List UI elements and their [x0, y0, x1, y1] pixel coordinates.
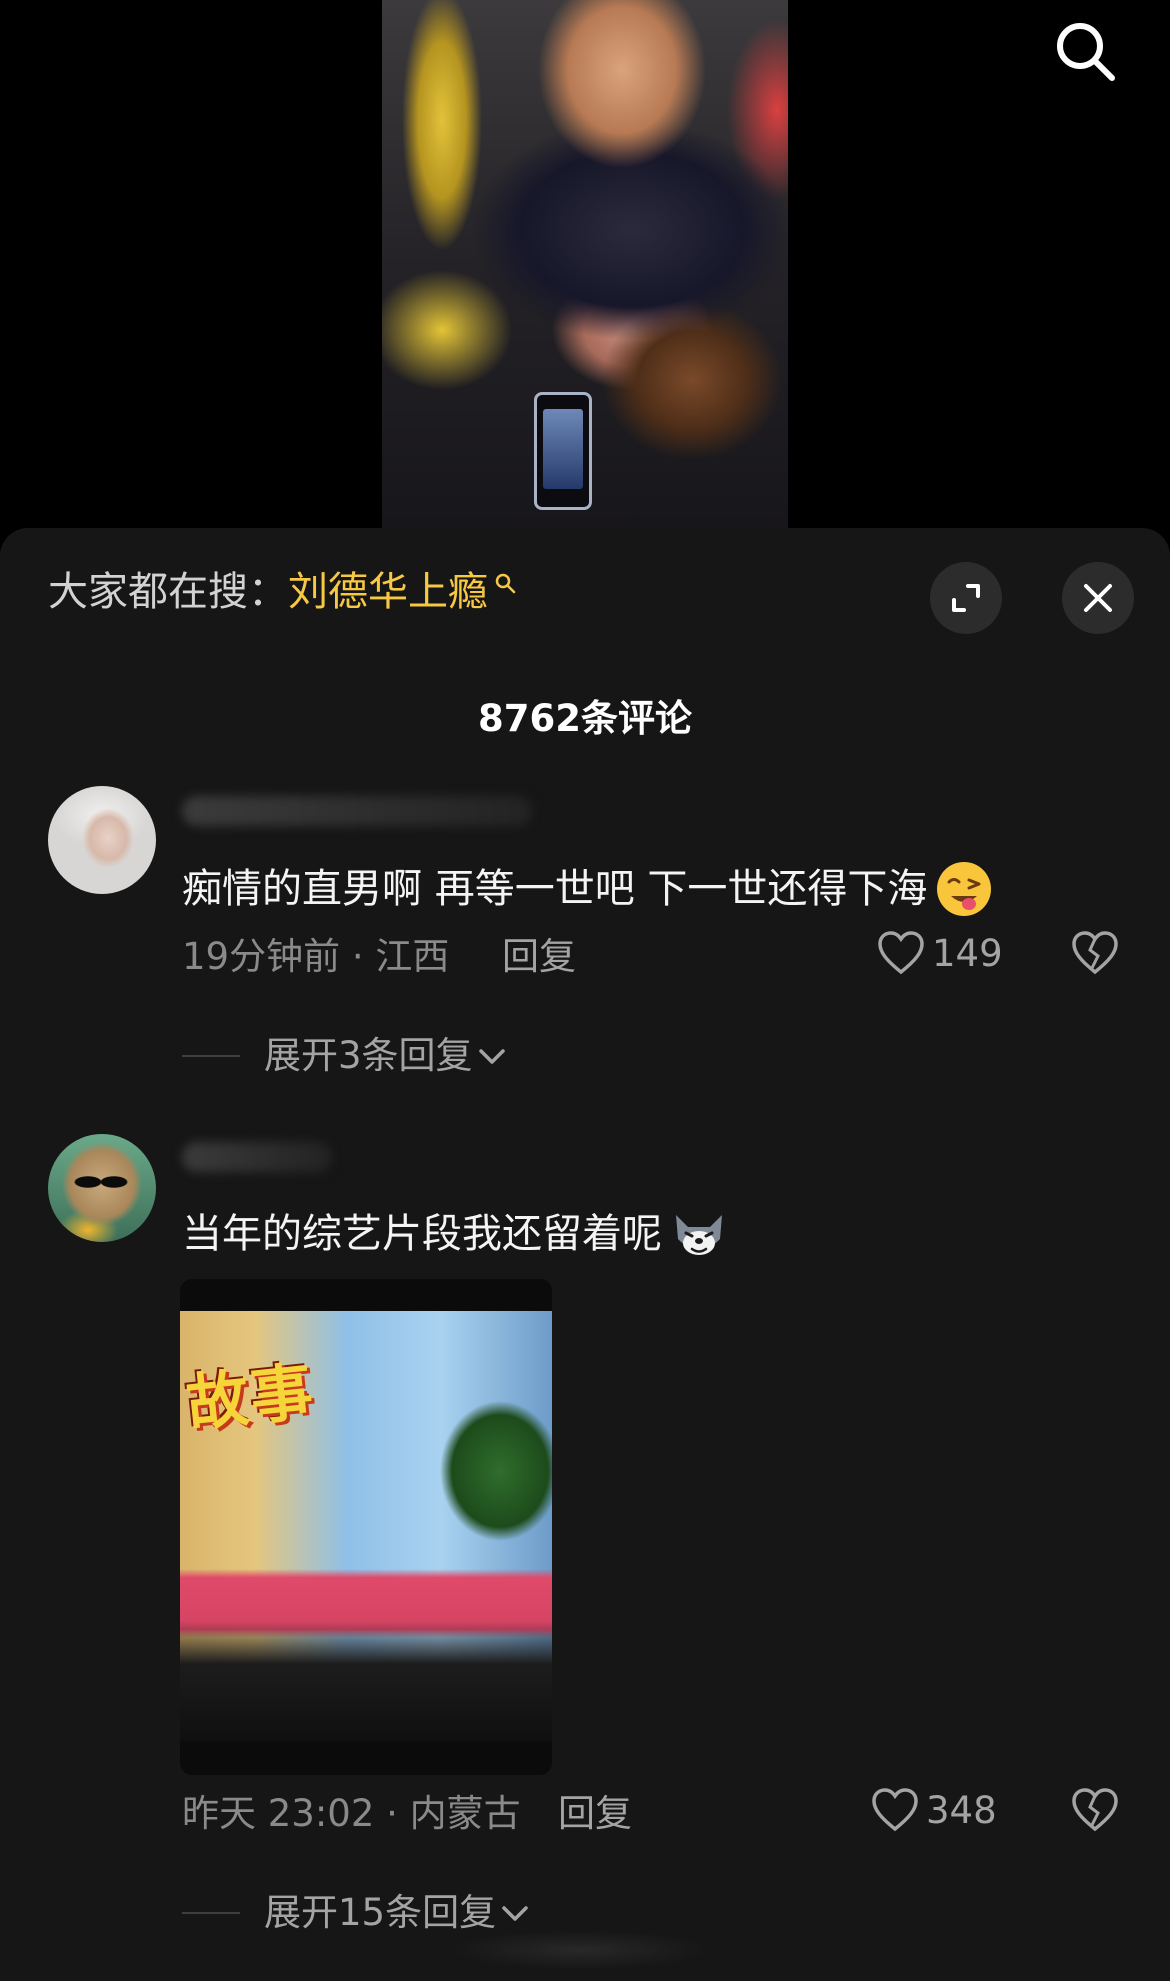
comment-media-thumbnail[interactable]: 故事	[180, 1279, 552, 1775]
close-icon	[1084, 584, 1112, 612]
like-button[interactable]: 348	[870, 1785, 997, 1835]
comment-text: 当年的综艺片段我还留着呢	[182, 1205, 728, 1263]
wink-tongue-emoji-icon	[937, 862, 992, 916]
avatar[interactable]	[48, 1134, 156, 1242]
media-caption: 故事	[183, 1354, 319, 1441]
trending-term[interactable]: 刘德华上瘾	[288, 572, 488, 612]
heart-icon	[878, 931, 924, 975]
chevron-down-icon	[478, 1048, 505, 1064]
expand-icon	[952, 584, 980, 612]
like-count: 348	[926, 1788, 997, 1832]
divider	[182, 1911, 240, 1914]
search-icon[interactable]	[1052, 18, 1118, 84]
search-mini-icon	[495, 573, 516, 594]
fullscreen-button[interactable]	[930, 562, 1002, 634]
expand-replies-label: 展开15条回复	[264, 1891, 497, 1934]
heart-icon	[872, 1788, 918, 1832]
comment-meta: 19分钟前 · 江西	[182, 935, 450, 978]
username-blurred[interactable]	[182, 796, 532, 826]
broken-heart-icon[interactable]	[1070, 928, 1120, 978]
video-player[interactable]	[0, 0, 1170, 540]
video-prop-phone	[534, 392, 592, 510]
watermark	[450, 1930, 710, 1970]
expand-replies-label: 展开3条回复	[264, 1034, 473, 1077]
username-blurred[interactable]	[182, 1142, 332, 1172]
close-button[interactable]	[1062, 562, 1134, 634]
divider	[182, 1054, 240, 1057]
media-image: 故事	[180, 1311, 552, 1741]
reply-button[interactable]: 回复	[558, 1795, 632, 1832]
reply-button[interactable]: 回复	[502, 938, 576, 975]
avatar[interactable]	[48, 786, 156, 894]
chevron-down-icon	[502, 1905, 528, 1921]
comment-count: 8762条评论	[478, 697, 692, 740]
husky-emoji-icon	[676, 1215, 722, 1255]
comment-meta: 昨天 23:02 · 内蒙古	[182, 1792, 521, 1835]
comment-text: 痴情的直男啊 再等一世吧 下一世还得下海	[182, 860, 993, 918]
trending-search[interactable]: 大家都在搜： 刘德华上瘾	[48, 572, 516, 612]
broken-heart-icon[interactable]	[1070, 1785, 1120, 1835]
expand-replies-button[interactable]: 展开15条回复	[182, 1894, 532, 1931]
trending-prefix: 大家都在搜：	[48, 569, 288, 615]
like-count: 149	[932, 931, 1003, 975]
expand-replies-button[interactable]: 展开3条回复	[182, 1037, 509, 1074]
video-frame[interactable]	[382, 0, 788, 530]
like-button[interactable]: 149	[876, 928, 1003, 978]
